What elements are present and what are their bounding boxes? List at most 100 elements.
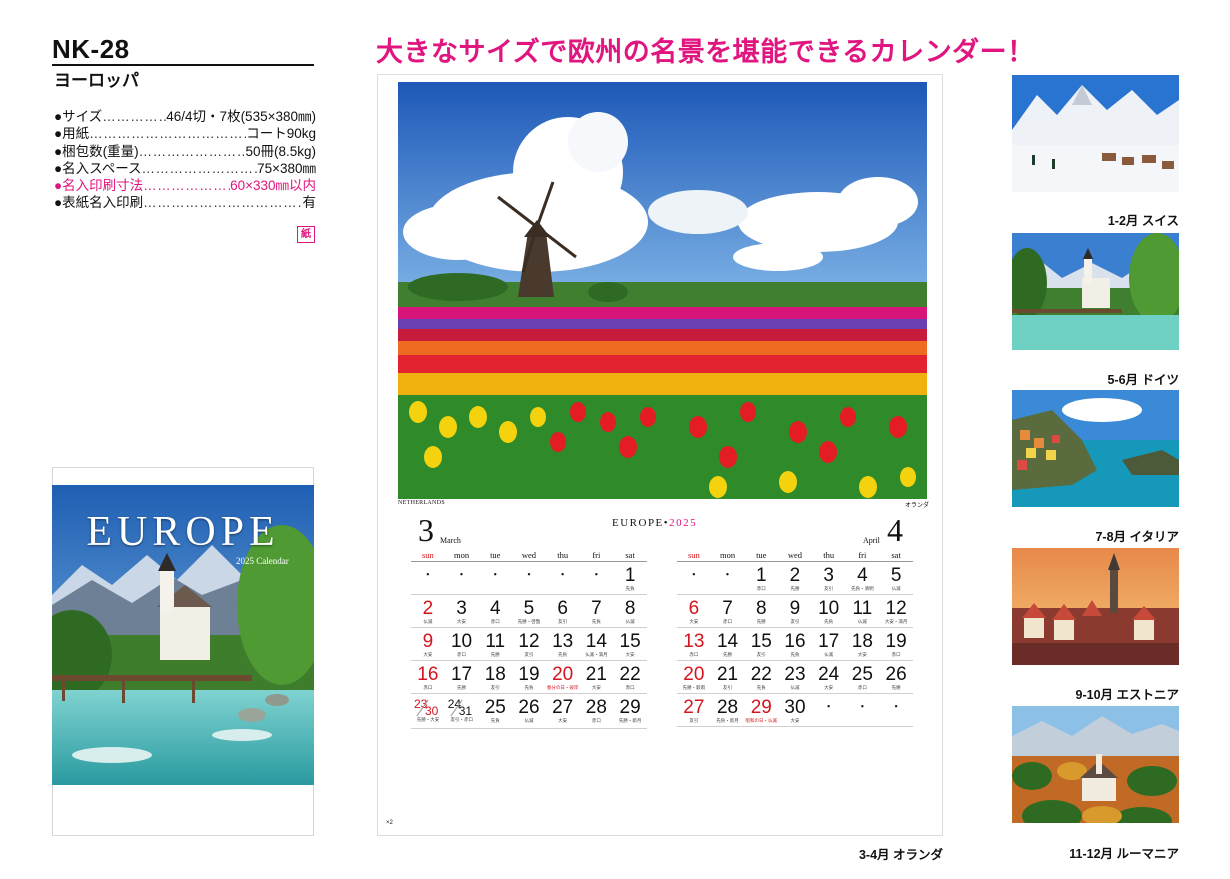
weekday-header: wed [778, 549, 812, 562]
day-note: 先負・清明 [851, 585, 874, 591]
spec-label: ●用紙 [54, 126, 90, 142]
weekday-header: tue [478, 549, 513, 562]
day-cell: 26 仏滅 [512, 693, 546, 729]
weekday-header: fri [579, 549, 614, 562]
day-number: ・ [456, 568, 468, 581]
week-row: ・・ 1 赤口 2 先勝 3 友引 4 先負・清明 5 仏滅 [677, 561, 913, 595]
day-note: 赤口 [625, 684, 635, 690]
day-number: 2 [789, 564, 801, 586]
day-note: 昭和の日・仏滅 [745, 717, 778, 723]
spec-label: ●表紙名入印刷 [54, 195, 144, 211]
spec-leader: ………………………………… [138, 143, 246, 159]
day-number: 13 [552, 630, 574, 652]
day-number: 15 [750, 630, 772, 652]
cover-title: EUROPE [86, 509, 280, 555]
day-number: 30 [425, 703, 439, 718]
day-number: 15 [619, 630, 641, 652]
thumbnail-germany[interactable] [1012, 233, 1179, 350]
day-note: 仏滅 [625, 618, 635, 624]
spec-value: コート90kg [246, 126, 316, 142]
day-note: 先勝 [790, 585, 800, 591]
thumbnail-switzerland[interactable] [1012, 75, 1179, 192]
thumbnail-estonia[interactable] [1012, 548, 1179, 665]
day-cell: 27 大安 [545, 693, 580, 729]
day-note: 大安 [857, 651, 867, 657]
day-number: 10 [450, 630, 473, 652]
week-row: 27 友引 28 先負・新月 29 昭和の日・仏滅 30 大安・・・ [677, 693, 913, 727]
thumbnail-italy[interactable] [1012, 390, 1179, 507]
day-number: 11 [485, 630, 506, 652]
day-cell: 7 先負 [579, 594, 614, 628]
day-note: 先負 [756, 684, 766, 690]
day-cell: 9 友引 [778, 594, 812, 628]
day-note: 先勝 [891, 684, 901, 690]
week-row: 13 赤口 14 先勝 15 友引 16 先負 17 仏滅 18 大安 19 赤口 [677, 627, 913, 661]
day-cell: 22 先負 [744, 660, 779, 694]
day-note: 先勝・大安 [416, 716, 440, 722]
calendar-brand: EUROPE•2025 [612, 517, 697, 529]
day-note: 先勝・啓蟄 [517, 618, 541, 624]
day-note: 友引 [824, 585, 834, 591]
spec-label: ●梱包数(重量) [54, 143, 139, 159]
day-cell: ・ [579, 561, 614, 595]
day-note: 友引 [524, 651, 534, 657]
cover-subtitle: 2025 Calendar [236, 556, 289, 566]
day-note: 仏滅・満月 [585, 651, 608, 657]
day-number: ・ [489, 568, 501, 581]
day-cell: 21 大安 [579, 660, 614, 694]
day-cell: 25 赤口 [845, 660, 880, 694]
day-number: 19 [885, 630, 907, 652]
day-cell: 11 仏滅 [845, 594, 880, 628]
day-number: 6 [688, 597, 700, 619]
headline: 大きなサイズで欧州の名景を堪能できるカレンダー！ [376, 37, 1035, 67]
week-row: ・ ・ ・ ・ ・ ・ 1 先負 [411, 561, 647, 595]
day-number: 21 [585, 663, 607, 685]
day-cell: 2 仏滅 [411, 594, 445, 628]
day-cell: 24 大安 [811, 660, 846, 694]
day-note: 仏滅 [790, 684, 800, 690]
day-number: 14 [585, 630, 607, 652]
day-cell: 27 友引 [677, 693, 711, 727]
day-cell: 6 友引 [545, 594, 580, 628]
day-note: 赤口 [457, 651, 467, 657]
day-cell: 19 先負 [512, 660, 546, 694]
day-note: 大安・満月 [884, 618, 908, 624]
day-number: 26 [518, 696, 540, 718]
weekday-header: fri [845, 549, 880, 562]
day-cell: 22 赤口 [613, 660, 647, 694]
photo-location-en: NETHERLANDS [398, 500, 445, 506]
spec-label: ●サイズ [54, 109, 103, 124]
spec-row: ●梱包数(重量)…………………………………50冊(8.5kg) [54, 143, 316, 160]
day-number: 3 [823, 564, 834, 586]
day-cell: ・ [811, 693, 846, 727]
day-number: 7 [722, 597, 733, 619]
spec-row: ●名入スペース…………………………………75×380㎜ [54, 160, 316, 177]
thumbnail-label: 5-6月 ドイツ [1107, 373, 1179, 387]
day-cell: 17 先勝 [444, 660, 479, 694]
day-note: 大安 [591, 684, 601, 690]
day-number: ・ [890, 700, 902, 713]
spec-list: ●サイズ……………………………46/4切・7枚(535×380㎜)●用紙…………… [54, 108, 316, 212]
day-cell: 3 大安 [444, 594, 479, 628]
day-cell: 11 先勝 [478, 627, 513, 661]
day-number: 8 [755, 597, 767, 619]
spec-label: ●名入スペース [54, 160, 142, 176]
day-number: 27 [683, 696, 705, 718]
weekday-header: mon [710, 549, 745, 562]
day-number: 2 [422, 597, 434, 619]
week-row: 20 先勝・穀雨 21 友引 22 先負 23 仏滅 24 大安 25 赤口 26 先勝 [677, 660, 913, 694]
day-note: 先勝 [723, 651, 733, 657]
day-number: 10 [818, 597, 840, 619]
day-cell: 8 先勝 [744, 594, 779, 628]
day-note: 仏滅 [524, 717, 534, 723]
day-number: 17 [818, 630, 840, 652]
month-number-right: 4 [887, 512, 903, 548]
day-number: 17 [450, 663, 473, 685]
thumbnail-romania[interactable] [1012, 706, 1179, 823]
day-note: 先負 [591, 618, 601, 624]
day-cell: 28 赤口 [579, 693, 614, 729]
day-cell: ・ [845, 693, 880, 727]
day-number: 31 [458, 703, 473, 718]
day-cell: 9 大安 [411, 627, 445, 661]
day-note: 先負 [524, 684, 534, 690]
